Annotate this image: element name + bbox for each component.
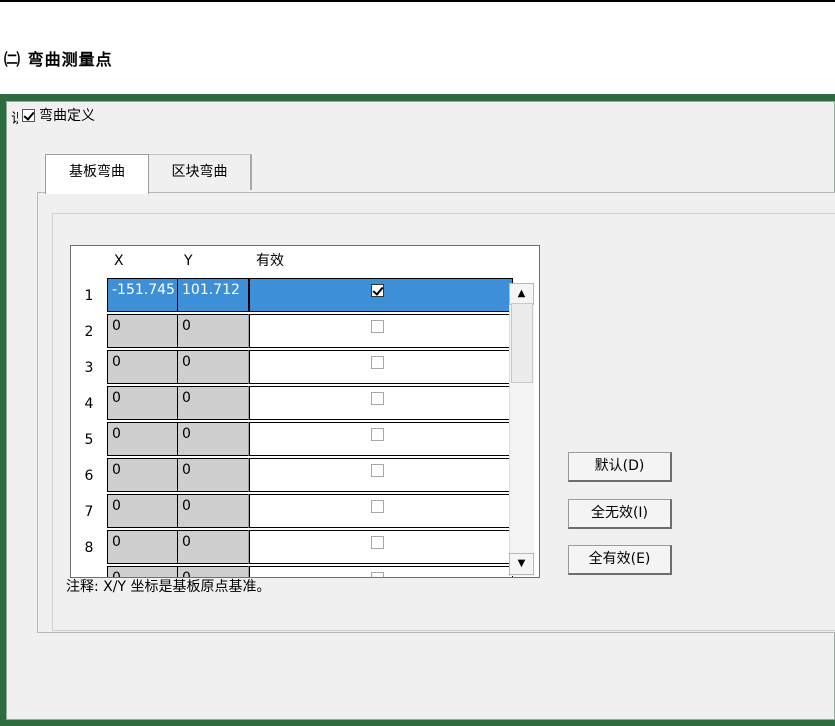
cell-x[interactable]: 0 bbox=[107, 386, 179, 420]
cell-y[interactable]: 0 bbox=[177, 314, 249, 348]
row-number: 2 bbox=[84, 324, 94, 340]
bend-definition-checkbox-icon[interactable] bbox=[22, 108, 35, 122]
cell-y[interactable]: 101.712 bbox=[177, 278, 249, 312]
cell-y[interactable]: 0 bbox=[177, 494, 249, 528]
checkbox-icon[interactable] bbox=[371, 392, 384, 405]
row-number: 6 bbox=[84, 468, 94, 484]
cell-x[interactable]: 0 bbox=[107, 350, 179, 384]
checkbox-icon[interactable] bbox=[371, 284, 384, 297]
bend-definition-label: 弯曲定义 bbox=[39, 108, 95, 124]
table-row[interactable]: 500 bbox=[71, 422, 539, 458]
row-number: 8 bbox=[84, 540, 94, 556]
tab-block-bend[interactable]: 区块弯曲 bbox=[148, 154, 252, 190]
top-rule bbox=[0, 0, 835, 2]
tab-substrate-bend[interactable]: 基板弯曲 bbox=[45, 154, 149, 194]
all-valid-button[interactable]: 全有效(E) bbox=[568, 545, 672, 575]
default-button[interactable]: 默认(D) bbox=[568, 452, 672, 482]
cell-x[interactable]: 0 bbox=[107, 422, 179, 456]
row-number: 1 bbox=[84, 288, 94, 304]
checkbox-icon[interactable] bbox=[371, 572, 384, 577]
row-number: 4 bbox=[84, 396, 94, 412]
grid-header-valid: 有效 bbox=[256, 253, 284, 269]
cell-y[interactable]: 0 bbox=[177, 350, 249, 384]
cell-y[interactable]: 0 bbox=[177, 386, 249, 420]
row-number: 7 bbox=[84, 504, 94, 520]
cell-x[interactable]: 0 bbox=[107, 530, 179, 564]
cell-y[interactable]: 0 bbox=[177, 458, 249, 492]
scroll-up-arrow-icon[interactable]: ▲ bbox=[509, 283, 534, 305]
row-number: 3 bbox=[84, 360, 94, 376]
scroll-down-arrow-icon[interactable]: ▼ bbox=[509, 553, 534, 575]
scroll-thumb[interactable] bbox=[511, 303, 533, 383]
cell-x[interactable]: 0 bbox=[107, 458, 179, 492]
bend-points-grid[interactable]: X Y 有效 1 -151.745 101.712 2 0 0 3 0 0 4 0 0 5 0 0 6 0 0 7 0 0 8 0… bbox=[70, 245, 540, 578]
table-row[interactable]: 300 bbox=[71, 350, 539, 386]
coordinate-note: 注释: X/Y 坐标是基板原点基准。 bbox=[66, 579, 271, 595]
checkbox-icon[interactable] bbox=[371, 428, 384, 441]
checkbox-icon[interactable] bbox=[371, 536, 384, 549]
bend-definition-legend[interactable]: 弯曲定义 bbox=[18, 105, 99, 125]
cell-x[interactable]: -151.745 bbox=[107, 278, 179, 312]
document-heading: ㈡ 弯曲测量点 bbox=[4, 50, 113, 69]
checkbox-icon[interactable] bbox=[371, 464, 384, 477]
table-row[interactable]: 400 bbox=[71, 386, 539, 422]
grid-header-x: X bbox=[114, 253, 124, 269]
cell-x[interactable]: 0 bbox=[107, 314, 179, 348]
cell-y[interactable]: 0 bbox=[177, 422, 249, 456]
table-row[interactable]: 1 -151.745 101.712 bbox=[71, 278, 539, 314]
table-row[interactable]: 600 bbox=[71, 458, 539, 494]
table-row[interactable]: 800 bbox=[71, 530, 539, 566]
checkbox-icon[interactable] bbox=[371, 500, 384, 513]
cell-y[interactable]: 0 bbox=[177, 530, 249, 564]
table-row[interactable]: 200 bbox=[71, 314, 539, 350]
cell-x[interactable]: 0 bbox=[107, 494, 179, 528]
grid-header-y: Y bbox=[184, 253, 193, 269]
checkbox-icon[interactable] bbox=[371, 320, 384, 333]
checkbox-icon[interactable] bbox=[371, 356, 384, 369]
table-row[interactable]: 700 bbox=[71, 494, 539, 530]
all-invalid-button[interactable]: 全无效(I) bbox=[568, 499, 672, 529]
row-number: 5 bbox=[84, 432, 94, 448]
